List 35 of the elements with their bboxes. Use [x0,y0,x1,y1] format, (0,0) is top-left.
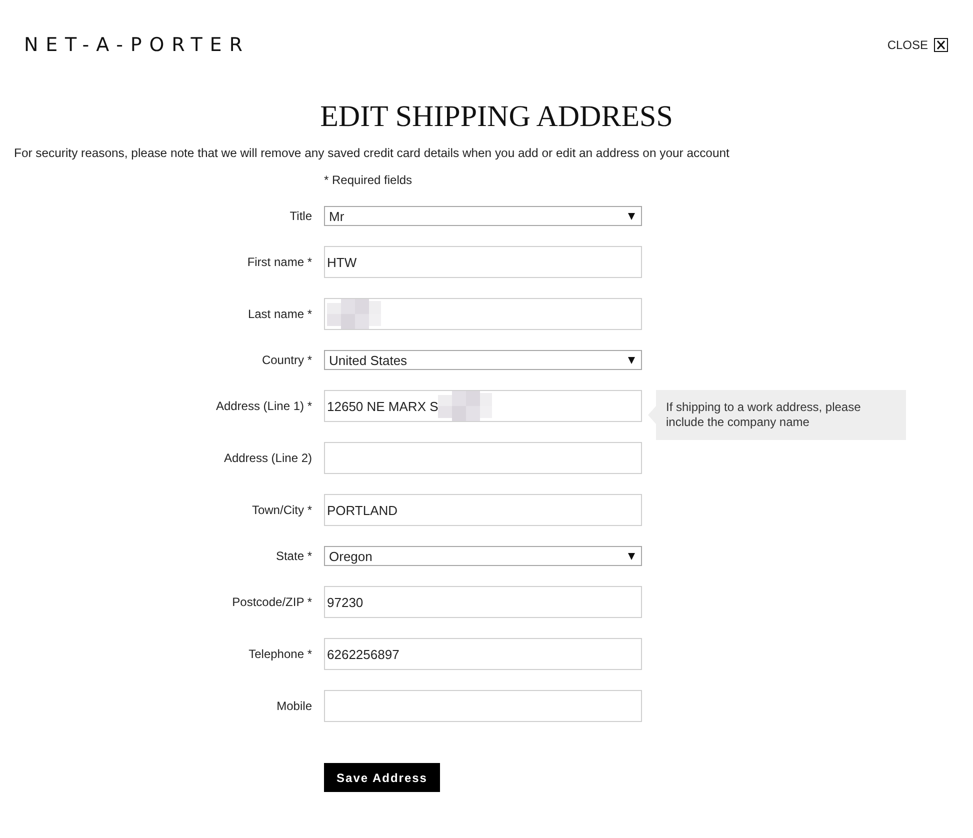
field-label: Address (Line 1) * [214,399,312,413]
page-title: EDIT SHIPPING ADDRESS [319,100,674,134]
close-icon [934,38,948,52]
select-field[interactable]: Oregon [324,546,642,566]
caret-icon [628,212,635,220]
redaction-mosaic-drawing [438,391,494,421]
field-label: Address (Line 2) [222,451,312,465]
input-field[interactable]: PORTLAND [324,494,642,526]
security-notice: For security reasons, please note that we will remove any saved credit card details when you add or edit an address on your account [14,146,730,160]
brand-logo[interactable]: NET-A-PORTER [24,34,250,56]
field-label: Last name * [246,307,312,321]
input-field[interactable] [324,442,642,474]
select-field[interactable]: United States [324,350,642,370]
required-fields-note: * Required fields [324,173,414,187]
field-label: Town/City * [250,503,312,517]
input-field[interactable]: 6262256897 [324,638,642,670]
hint-tooltip: If shipping to a work address, please include the company name [648,390,906,440]
input-field[interactable]: 12650 NE MARX S [324,390,642,422]
close-button[interactable]: CLOSE [887,38,948,52]
field-label: First name * [246,255,312,269]
input-field[interactable] [324,298,642,330]
caret-icon [628,552,635,560]
save-address-button[interactable]: Save Address [324,763,440,792]
input-field[interactable]: HTW [324,246,642,278]
field-label: Title [288,209,312,223]
field-label: Postcode/ZIP * [231,595,312,609]
field-label: Telephone * [248,647,312,661]
input-field[interactable]: 97230 [324,586,642,618]
redaction-mosaic-drawing [327,299,383,329]
select-field[interactable]: Mr [324,206,642,226]
field-label: Country * [260,353,312,367]
field-label: State * [274,549,312,563]
caret-icon [628,356,635,364]
input-field[interactable] [324,690,642,722]
field-label: Mobile [276,699,312,713]
